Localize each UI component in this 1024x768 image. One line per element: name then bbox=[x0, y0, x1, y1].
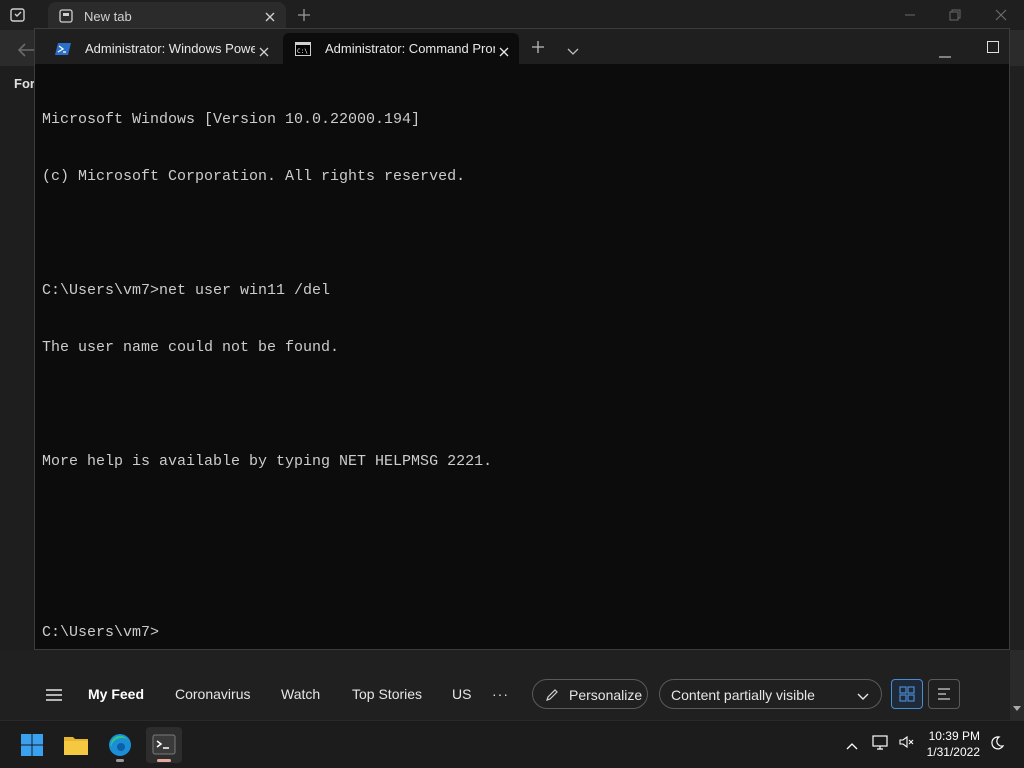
feed-tab-coronavirus[interactable]: Coronavirus bbox=[175, 686, 250, 702]
terminal-output[interactable]: Microsoft Windows [Version 10.0.22000.19… bbox=[42, 72, 999, 641]
powershell-icon bbox=[55, 42, 71, 56]
clock-time[interactable]: 10:39 PM bbox=[920, 729, 980, 743]
terminal-line: C:\Users\vm7>net user win11 /del bbox=[42, 282, 331, 299]
edge-minimize-icon[interactable] bbox=[902, 7, 918, 23]
new-tab-plus-icon[interactable] bbox=[531, 40, 545, 54]
network-icon[interactable] bbox=[872, 734, 890, 750]
tab-powershell-label: Administrator: Windows PowerShell bbox=[85, 41, 255, 56]
edge-tab-new-tab[interactable]: New tab bbox=[48, 2, 286, 30]
list-layout-button[interactable] bbox=[928, 679, 960, 709]
personalize-label: Personalize bbox=[569, 687, 643, 703]
new-tab-button[interactable] bbox=[296, 7, 312, 23]
tab-actions-icon[interactable] bbox=[8, 5, 28, 25]
chevron-down-icon[interactable] bbox=[567, 43, 579, 55]
chevron-down-icon bbox=[857, 689, 869, 700]
feed-tab-us[interactable]: US bbox=[452, 686, 471, 702]
edge-restore-icon[interactable] bbox=[947, 7, 963, 23]
for-you-label: For bbox=[14, 76, 35, 91]
grid-layout-button[interactable] bbox=[891, 679, 923, 709]
hamburger-menu-icon[interactable] bbox=[46, 688, 62, 701]
tab-command-prompt[interactable]: C:\ Administrator: Command Prompt bbox=[283, 33, 519, 64]
terminal-line: More help is available by typing NET HEL… bbox=[42, 453, 493, 470]
focus-assist-moon-icon[interactable] bbox=[989, 735, 1005, 751]
content-visibility-value: Content partially visible bbox=[671, 687, 815, 703]
terminal-button[interactable] bbox=[146, 727, 182, 763]
edge-button[interactable] bbox=[102, 727, 138, 763]
feed-tab-top-stories[interactable]: Top Stories bbox=[352, 686, 422, 702]
terminal-line: The user name could not be found. bbox=[42, 339, 340, 356]
list-layout-icon bbox=[938, 688, 950, 700]
feed-tab-watch[interactable]: Watch bbox=[281, 686, 320, 702]
edge-page-left-edge bbox=[0, 66, 34, 656]
feed-more-button[interactable]: ··· bbox=[492, 686, 509, 702]
terminal-tab-bar: Administrator: Windows PowerShell C:\ Ad… bbox=[35, 29, 1009, 64]
taskbar bbox=[0, 720, 1024, 768]
new-tab-page-icon bbox=[58, 8, 74, 24]
content-visibility-dropdown[interactable]: Content partially visible bbox=[659, 679, 882, 709]
edge-tab-label: New tab bbox=[84, 9, 132, 24]
active-indicator bbox=[157, 759, 171, 762]
file-explorer-button[interactable] bbox=[58, 727, 94, 763]
feed-tab-my-feed[interactable]: My Feed bbox=[88, 686, 144, 702]
tab-powershell[interactable]: Administrator: Windows PowerShell bbox=[43, 33, 279, 64]
scroll-down-arrow-icon[interactable] bbox=[1013, 706, 1021, 711]
minimize-icon[interactable] bbox=[939, 45, 951, 58]
running-indicator bbox=[116, 759, 124, 762]
start-button[interactable] bbox=[14, 727, 50, 763]
edge-close-icon[interactable] bbox=[993, 7, 1009, 23]
maximize-icon[interactable] bbox=[987, 40, 999, 53]
grid-layout-icon bbox=[899, 686, 915, 702]
clock-date[interactable]: 1/31/2022 bbox=[920, 745, 980, 759]
terminal-icon bbox=[152, 734, 176, 755]
svg-text:C:\: C:\ bbox=[297, 48, 308, 55]
cmd-icon: C:\ bbox=[295, 42, 311, 56]
terminal-window: Administrator: Windows PowerShell C:\ Ad… bbox=[34, 28, 1010, 650]
edge-browser-icon bbox=[109, 734, 131, 756]
pencil-icon bbox=[545, 688, 559, 702]
volume-muted-icon[interactable] bbox=[899, 735, 915, 749]
close-tab-icon[interactable] bbox=[499, 44, 509, 57]
terminal-prompt-line: C:\Users\vm7> bbox=[42, 624, 160, 641]
edge-titlebar: New tab bbox=[0, 0, 1024, 30]
terminal-line: Microsoft Windows [Version 10.0.22000.19… bbox=[42, 111, 421, 128]
show-hidden-icons-chevron-icon[interactable] bbox=[846, 737, 858, 750]
personalize-button[interactable]: Personalize bbox=[532, 679, 648, 709]
tab-command-prompt-label: Administrator: Command Prompt bbox=[325, 41, 495, 56]
windows-logo-icon bbox=[21, 734, 43, 756]
folder-icon bbox=[64, 737, 88, 755]
close-tab-icon[interactable] bbox=[264, 10, 276, 22]
close-tab-icon[interactable] bbox=[259, 44, 269, 57]
terminal-line: (c) Microsoft Corporation. All rights re… bbox=[42, 168, 466, 185]
